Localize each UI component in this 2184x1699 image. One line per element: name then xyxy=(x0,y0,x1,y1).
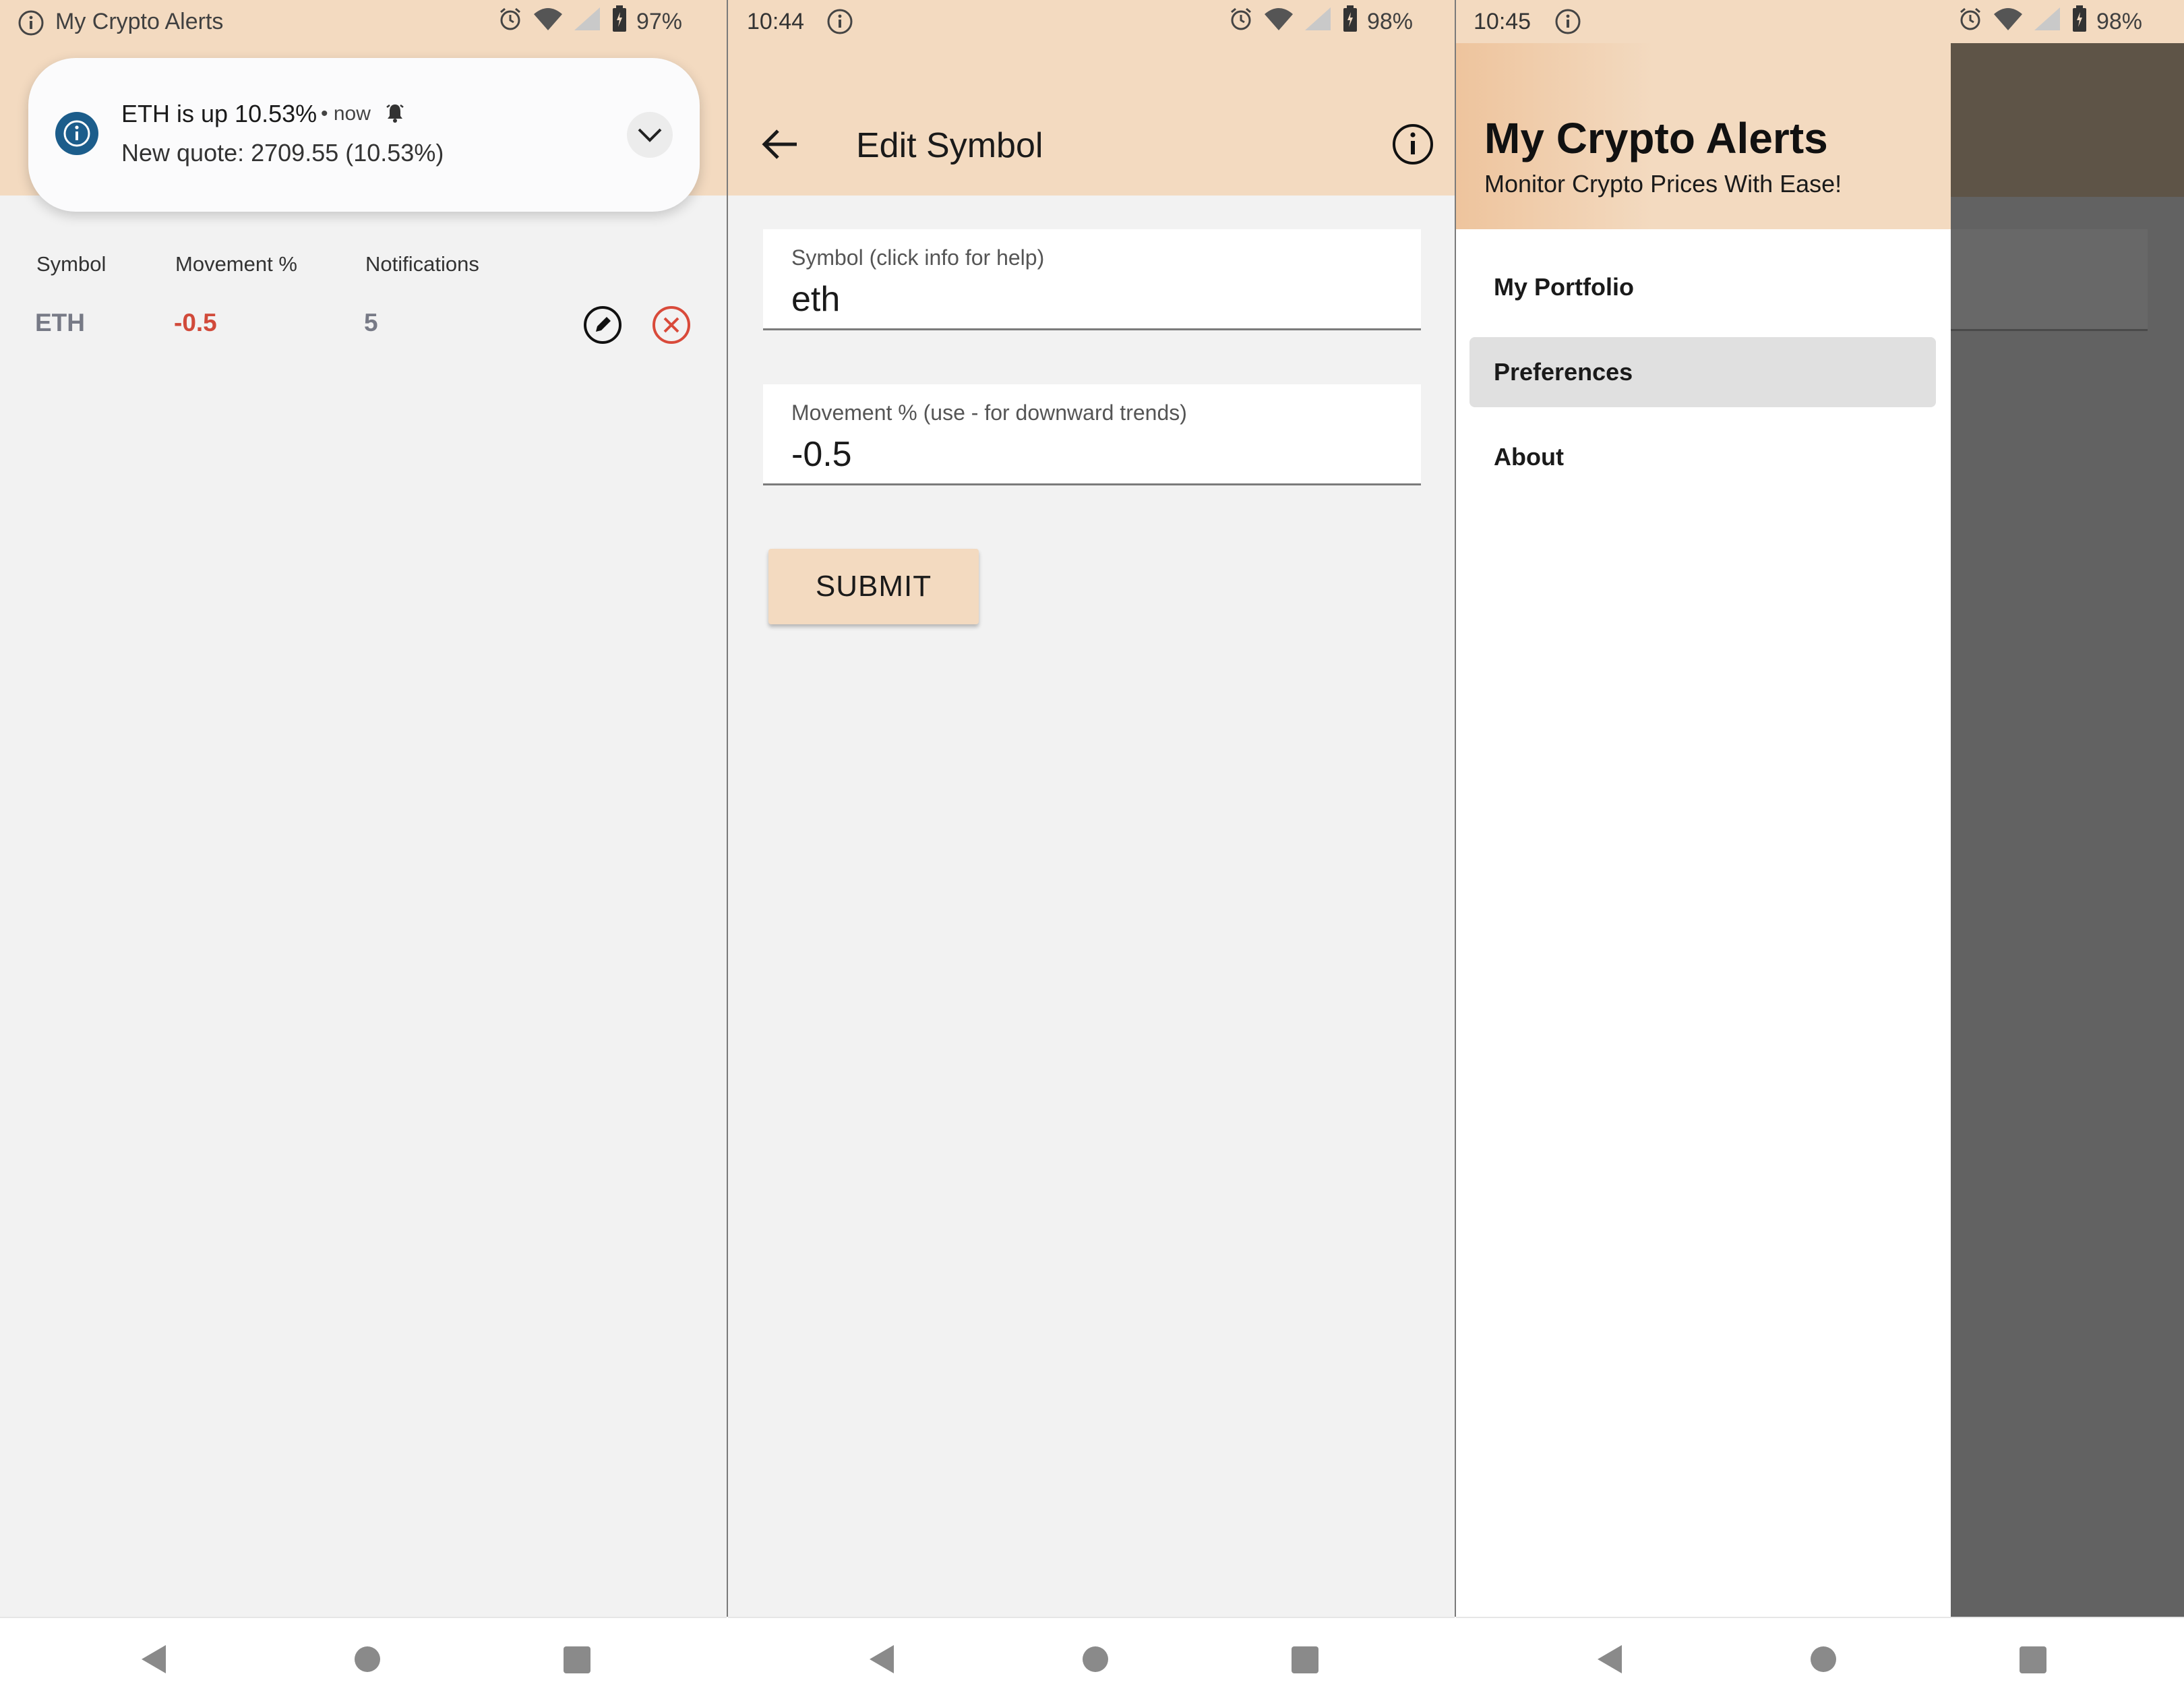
battery-percent: 98% xyxy=(1366,8,1413,34)
app-bar xyxy=(728,43,1455,196)
edit-icon[interactable] xyxy=(582,305,623,345)
signal-icon xyxy=(2033,6,2063,38)
nav-back-icon[interactable] xyxy=(140,1644,167,1675)
row-notifications: 5 xyxy=(364,309,378,336)
row-symbol: ETH xyxy=(35,309,85,336)
page-title: Edit Symbol xyxy=(856,126,1043,165)
battery-icon xyxy=(2072,5,2087,38)
status-icons: 98% xyxy=(1228,5,1413,38)
menu-item-my-portfolio[interactable]: My Portfolio xyxy=(1469,252,1936,322)
movement-field-label: Movement % (use - for downward trends) xyxy=(791,400,1187,425)
movement-field[interactable]: Movement % (use - for downward trends) -… xyxy=(763,384,1421,485)
nav-recents-icon[interactable] xyxy=(2020,1646,2046,1673)
info-icon[interactable] xyxy=(1391,123,1434,166)
battery-percent: 98% xyxy=(2096,8,2142,34)
delete-icon[interactable] xyxy=(651,305,692,345)
system-nav-bar xyxy=(728,1617,1455,1699)
drawer-title: My Crypto Alerts xyxy=(1484,114,1828,162)
nav-back-icon[interactable] xyxy=(1596,1644,1623,1675)
back-arrow-icon[interactable] xyxy=(760,128,798,160)
navigation-drawer: My Crypto Alerts Monitor Crypto Prices W… xyxy=(1456,43,1951,1617)
notification-title: ETH is up 10.53% xyxy=(121,100,317,127)
wifi-icon xyxy=(1263,6,1294,38)
alarm-icon xyxy=(1228,6,1254,38)
scrim-appbar[interactable] xyxy=(1951,43,2184,197)
status-bar: 10:44 98% xyxy=(728,0,1455,43)
alarm-icon xyxy=(497,6,523,38)
status-icons: 98% xyxy=(1958,5,2142,38)
nav-home-icon[interactable] xyxy=(1083,1646,1108,1672)
notification-card[interactable]: ETH is up 10.53% • now New quote: 2709.5… xyxy=(28,58,700,212)
status-time: 10:44 xyxy=(747,9,805,34)
symbol-field-value[interactable]: eth xyxy=(791,279,840,320)
wifi-icon xyxy=(533,6,564,38)
header-symbol: Symbol xyxy=(36,252,107,276)
nav-home-icon[interactable] xyxy=(355,1646,380,1672)
notification-body: New quote: 2709.55 (10.53%) xyxy=(121,139,444,167)
signal-icon xyxy=(573,6,603,38)
symbol-field[interactable]: Symbol (click info for help) eth xyxy=(763,229,1421,330)
nav-recents-icon[interactable] xyxy=(564,1646,590,1673)
menu-item-about[interactable]: About xyxy=(1469,422,1936,492)
status-app-label: My Crypto Alerts xyxy=(55,9,224,34)
panel-edit-symbol: 10:44 98% Edit Symbol Symbol (click info… xyxy=(728,0,1455,1699)
notification-time: • now xyxy=(321,102,371,125)
nav-home-icon[interactable] xyxy=(1811,1646,1836,1672)
chevron-down-icon[interactable] xyxy=(627,112,673,158)
status-info-icon xyxy=(1554,8,1581,38)
signal-icon xyxy=(1304,6,1333,38)
alarm-icon xyxy=(1958,6,1983,38)
system-nav-bar xyxy=(0,1617,727,1699)
scrim-overlay[interactable] xyxy=(1951,197,2184,1617)
drawer-header: My Crypto Alerts Monitor Crypto Prices W… xyxy=(1456,43,1951,229)
row-movement: -0.5 xyxy=(174,309,217,336)
system-nav-bar xyxy=(1456,1617,2184,1699)
status-time: 10:45 xyxy=(1474,9,1531,34)
battery-percent: 97% xyxy=(636,8,682,34)
bell-icon xyxy=(386,102,404,128)
status-bar: My Crypto Alerts 97% xyxy=(0,0,727,43)
status-info-icon xyxy=(18,9,44,40)
scrim-field xyxy=(1951,229,2148,330)
status-icons: 97% xyxy=(497,5,682,38)
notification-meta: • now xyxy=(321,102,404,128)
menu-item-preferences[interactable]: Preferences xyxy=(1469,337,1936,407)
battery-icon xyxy=(612,5,627,38)
panel-portfolio: My Crypto Alerts 97% ETH is up 10.53% • … xyxy=(0,0,727,1699)
header-notifications: Notifications xyxy=(365,252,479,276)
status-info-icon xyxy=(826,8,853,38)
nav-back-icon[interactable] xyxy=(868,1644,895,1675)
submit-button[interactable]: SUBMIT xyxy=(768,549,979,624)
header-movement: Movement % xyxy=(175,252,297,276)
panel-drawer: 10:45 98% My Crypto Alerts Monitor Crypt… xyxy=(1456,0,2184,1699)
status-bar: 10:45 98% xyxy=(1456,0,2184,43)
notification-info-icon xyxy=(55,112,98,155)
symbol-field-label: Symbol (click info for help) xyxy=(791,245,1045,270)
drawer-subtitle: Monitor Crypto Prices With Ease! xyxy=(1484,170,1842,198)
scrim-field-underline xyxy=(1951,329,2148,331)
battery-icon xyxy=(1343,5,1358,38)
movement-field-value[interactable]: -0.5 xyxy=(791,434,852,475)
nav-recents-icon[interactable] xyxy=(1292,1646,1318,1673)
wifi-icon xyxy=(1993,6,2024,38)
